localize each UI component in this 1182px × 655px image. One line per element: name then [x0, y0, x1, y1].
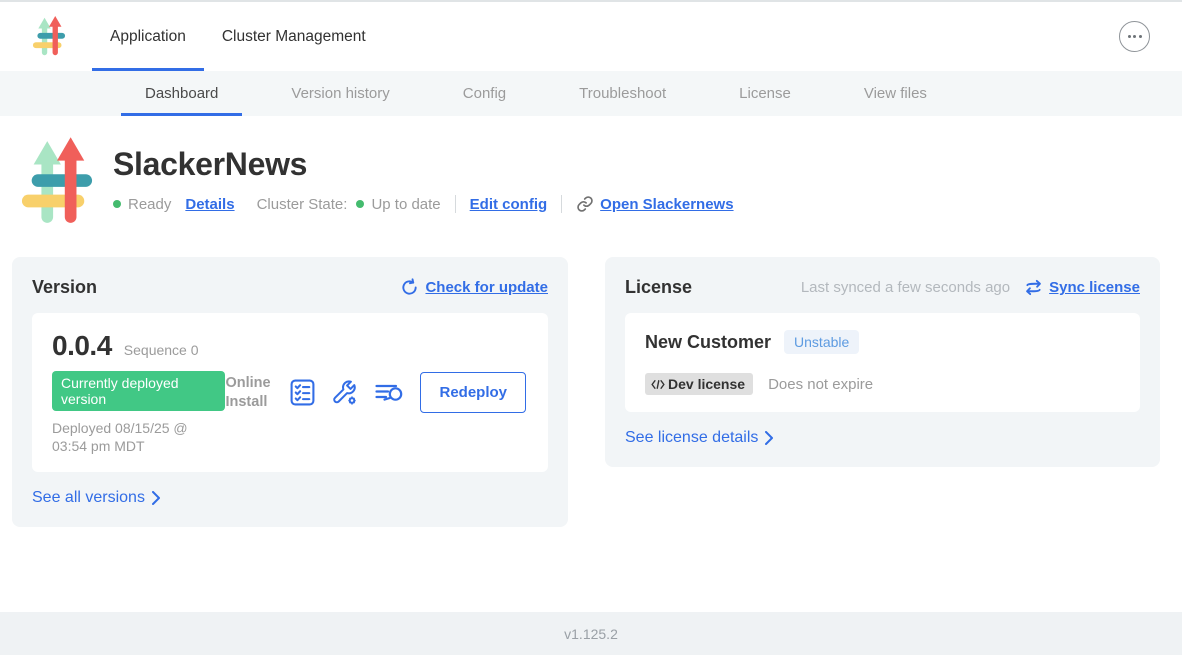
check-for-update-link[interactable]: Check for update [400, 278, 548, 297]
current-version-panel: 0.0.4 Sequence 0 Currently deployed vers… [32, 313, 548, 472]
license-card-title: License [625, 277, 692, 298]
subnav-tab-troubleshoot[interactable]: Troubleshoot [555, 71, 690, 116]
divider [455, 195, 456, 213]
more-menu-button[interactable] [1119, 21, 1150, 52]
customer-name: New Customer [645, 332, 771, 353]
chevron-right-icon [765, 431, 773, 445]
sync-license-link[interactable]: Sync license [1024, 279, 1140, 296]
license-expiry: Does not expire [768, 376, 873, 393]
chain-link-icon [576, 195, 594, 213]
preflight-checks-button[interactable] [290, 379, 315, 406]
chevron-right-icon [152, 491, 160, 505]
license-card: License Last synced a few seconds ago Sy… [605, 257, 1160, 467]
deployed-status-badge: Currently deployed version [52, 371, 225, 411]
see-license-details-label: See license details [625, 429, 758, 447]
dashboard-main: SlackerNews Ready Details Cluster State:… [0, 116, 1182, 612]
slackernews-logo [20, 137, 94, 227]
subnav-tab-version-history[interactable]: Version history [267, 71, 413, 116]
version-info: 0.0.4 Sequence 0 Currently deployed vers… [52, 330, 225, 455]
arrows-hash-logo-icon [20, 137, 94, 227]
cluster-state-value: Up to date [371, 196, 440, 213]
view-files-button[interactable] [375, 381, 403, 405]
view-config-button[interactable] [332, 380, 358, 406]
replicated-logo-icon [32, 16, 66, 57]
refresh-icon [400, 278, 419, 297]
subnav-tab-view-files[interactable]: View files [840, 71, 951, 116]
cluster-state-dot [356, 200, 364, 208]
version-card: Version Check for update 0.0.4 Sequence … [12, 257, 568, 527]
cluster-state-label: Cluster State: [257, 196, 348, 213]
see-license-details-link[interactable]: See license details [625, 429, 773, 447]
top-navbar: Application Cluster Management [0, 0, 1182, 71]
deployed-timestamp: Deployed 08/15/25 @ 03:54 pm MDT [52, 419, 225, 455]
version-sequence: Sequence 0 [124, 342, 199, 358]
app-status-row: Ready Details Cluster State: Up to date … [113, 195, 734, 213]
divider [561, 195, 562, 213]
page-title: SlackerNews [113, 146, 734, 183]
code-icon [651, 379, 665, 390]
dashboard-cards: Version Check for update 0.0.4 Sequence … [0, 257, 1182, 527]
open-app-link-label: Open Slackernews [600, 196, 733, 213]
tab-application[interactable]: Application [92, 2, 204, 71]
status-details-link[interactable]: Details [185, 196, 234, 213]
wrench-gear-icon [332, 380, 358, 406]
license-type-label: Dev license [668, 376, 745, 392]
see-all-versions-label: See all versions [32, 489, 145, 507]
version-number: 0.0.4 [52, 330, 112, 362]
install-type-label: Online Install [225, 374, 273, 412]
application-subnav: Dashboard Version history Config Trouble… [0, 71, 1182, 116]
preflight-checklist-icon [290, 379, 315, 406]
license-detail-panel: New Customer Unstable Dev license Does n… [625, 313, 1140, 412]
sync-license-label: Sync license [1049, 279, 1140, 296]
subnav-tab-config[interactable]: Config [439, 71, 530, 116]
console-footer: v1.125.2 [0, 612, 1182, 655]
app-status-dot [113, 200, 121, 208]
open-app-link[interactable]: Open Slackernews [576, 195, 733, 213]
console-version: v1.125.2 [564, 626, 618, 642]
redeploy-button[interactable]: Redeploy [420, 372, 526, 413]
license-last-synced: Last synced a few seconds ago [801, 279, 1010, 296]
check-for-update-label: Check for update [425, 279, 548, 296]
channel-badge: Unstable [784, 330, 859, 354]
arrows-hash-logo-icon [32, 16, 66, 57]
license-type-badge: Dev license [645, 373, 753, 395]
edit-config-link[interactable]: Edit config [470, 196, 548, 213]
see-all-versions-link[interactable]: See all versions [32, 489, 160, 507]
subnav-tab-dashboard[interactable]: Dashboard [121, 71, 242, 116]
logs-search-icon [375, 381, 403, 405]
subnav-tab-license[interactable]: License [715, 71, 815, 116]
version-card-title: Version [32, 277, 97, 298]
app-status-text: Ready [128, 196, 171, 213]
ellipsis-icon [1128, 35, 1131, 38]
topnav-tabs: Application Cluster Management [92, 2, 384, 71]
sync-arrows-icon [1024, 279, 1043, 296]
tab-cluster-management[interactable]: Cluster Management [204, 2, 384, 71]
version-actions: Online Install [225, 372, 528, 413]
app-header: SlackerNews Ready Details Cluster State:… [0, 116, 1182, 227]
